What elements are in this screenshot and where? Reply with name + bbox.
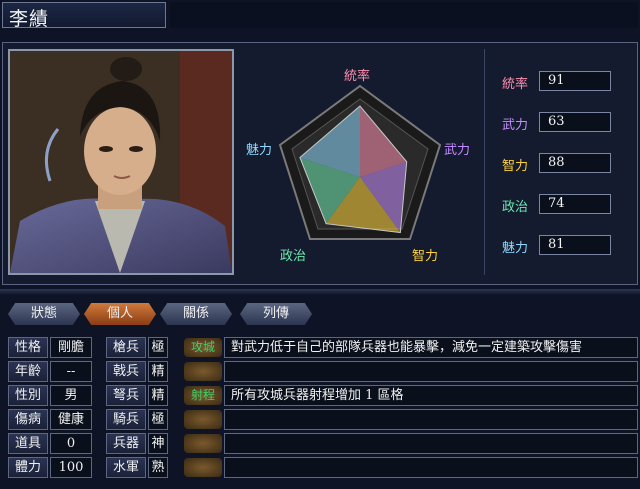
skill-icon[interactable] [184, 410, 222, 429]
unit-aptitude-rank: 極 [148, 409, 168, 430]
tab-label: 個人 [106, 306, 133, 321]
skill-description [224, 457, 638, 478]
attribute-value: 100 [50, 457, 92, 478]
attribute-label: 性別 [8, 385, 48, 406]
stat-row-politics: 政治 74 [495, 194, 629, 216]
unit-type-label: 槍兵 [106, 337, 146, 358]
stat-value: 88 [539, 153, 611, 173]
skill-description: 所有攻城兵器射程增加 1 區格 [224, 385, 638, 406]
skill-description [224, 409, 638, 430]
personal-row: 年齡 -- 戟兵精 [2, 361, 638, 383]
unit-type-label: 兵器 [106, 433, 146, 454]
attribute-value: 0 [50, 433, 92, 454]
personal-row: 體力 100 水軍熟 [2, 457, 638, 479]
attribute-value: -- [50, 361, 92, 382]
unit-aptitude-rank: 精 [148, 385, 168, 406]
stat-row-war: 武力 63 [495, 112, 629, 134]
unit-type-label: 戟兵 [106, 361, 146, 382]
tab-label: 列傳 [262, 306, 289, 321]
radar-label-intelligence: 智力 [412, 249, 439, 264]
stat-row-charm: 魅力 81 [495, 235, 629, 257]
skill-icon[interactable] [184, 362, 222, 381]
tab-personal[interactable]: 個人 [84, 303, 156, 325]
personal-row: 性格 剛膽 槍兵極攻城 對武力低于自己的部隊兵器也能暴擊，減免一定建築攻擊傷害 [2, 337, 638, 359]
personal-row: 道具 0 兵器神 [2, 433, 638, 455]
top-strip [170, 2, 638, 28]
radar-label-war: 武力 [444, 143, 471, 158]
skill-icon[interactable] [184, 458, 222, 477]
portrait-image [10, 51, 232, 273]
unit-aptitude-rank: 精 [148, 361, 168, 382]
stat-label: 魅力 [501, 241, 528, 256]
skill-description [224, 433, 638, 454]
attribute-value: 男 [50, 385, 92, 406]
skill-icon[interactable] [184, 434, 222, 453]
skill-icon[interactable]: 射程 [184, 386, 222, 405]
skill-description [224, 361, 638, 382]
attribute-label: 性格 [8, 337, 48, 358]
stat-row-intelligence: 智力 88 [495, 153, 629, 175]
stat-label: 統率 [501, 77, 528, 92]
officer-portrait [8, 49, 234, 275]
stat-value: 74 [539, 194, 611, 214]
tab-biography[interactable]: 列傳 [240, 303, 312, 325]
radar-label-charm: 魅力 [246, 143, 273, 158]
tab-relations[interactable]: 關係 [160, 303, 232, 325]
skill-description: 對武力低于自己的部隊兵器也能暴擊，減免一定建築攻擊傷害 [224, 337, 638, 358]
unit-aptitude-rank: 神 [148, 433, 168, 454]
personal-row: 傷病 健康 騎兵極 [2, 409, 638, 431]
radar-label-command: 統率 [344, 69, 371, 84]
stat-row-command: 統率 91 [495, 71, 629, 93]
stat-label: 智力 [501, 159, 528, 174]
attribute-value: 健康 [50, 409, 92, 430]
stat-value: 81 [539, 235, 611, 255]
attribute-value: 剛膽 [50, 337, 92, 358]
tab-bar: 狀態 個人 關係 列傳 [0, 303, 640, 327]
officer-name: 李績 [9, 8, 50, 30]
unit-type-label: 騎兵 [106, 409, 146, 430]
stat-value: 91 [539, 71, 611, 91]
personal-row: 性別男弩兵精射程 所有攻城兵器射程增加 1 區格 [2, 385, 638, 407]
unit-type-label: 弩兵 [106, 385, 146, 406]
skill-icon[interactable]: 攻城 [184, 338, 222, 357]
unit-type-label: 水軍 [106, 457, 146, 478]
section-divider [0, 289, 640, 295]
stat-value: 63 [539, 112, 611, 132]
unit-aptitude-rank: 極 [148, 337, 168, 358]
radar-label-politics: 政治 [280, 249, 307, 264]
unit-aptitude-rank: 熟 [148, 457, 168, 478]
tab-label: 狀態 [30, 306, 57, 321]
tab-status[interactable]: 狀態 [8, 303, 80, 325]
stat-label: 武力 [501, 118, 528, 133]
stat-radar-chart: 統率 武力 智力 政治 魅力 [240, 49, 480, 279]
tab-label: 關係 [182, 306, 209, 321]
attribute-label: 年齡 [8, 361, 48, 382]
stat-list: 統率 91 武力 63 智力 88 政治 74 魅力 81 [484, 49, 635, 275]
officer-name-bar: 李績 [2, 2, 166, 30]
attribute-label: 體力 [8, 457, 48, 478]
attribute-label: 道具 [8, 433, 48, 454]
stat-label: 政治 [501, 200, 528, 215]
attribute-label: 傷病 [8, 409, 48, 430]
